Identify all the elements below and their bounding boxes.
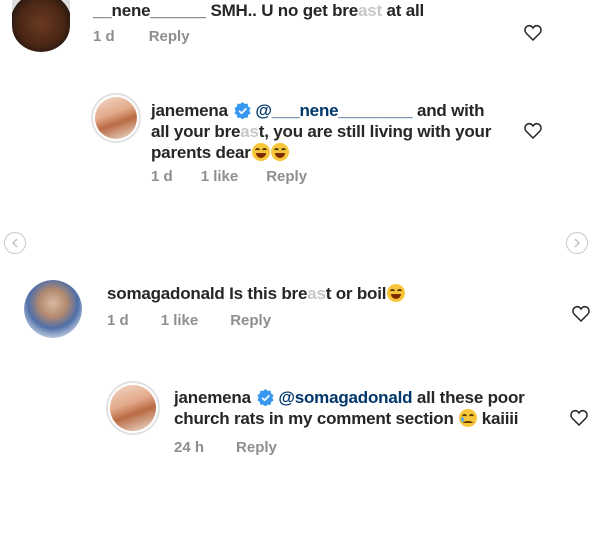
comment-time: 24 h xyxy=(174,439,205,456)
avatar-janemena[interactable] xyxy=(91,93,141,143)
reply-button[interactable]: Reply xyxy=(266,168,307,185)
comment-1-text: __nene______ SMH.. U no get breast at al… xyxy=(93,1,425,20)
comment-username[interactable]: janemena xyxy=(174,388,251,407)
avatar-nene[interactable] xyxy=(12,0,70,52)
comment-time: 1 d xyxy=(93,28,115,45)
comment-username[interactable]: janemena xyxy=(151,101,228,120)
comment-username[interactable]: somagadonald xyxy=(107,284,225,303)
likes-count[interactable]: 1 like xyxy=(161,312,199,329)
comment-2-meta: 1 d 1 like Reply xyxy=(151,168,307,185)
reply-button[interactable]: Reply xyxy=(236,439,277,456)
heart-icon[interactable] xyxy=(524,24,542,41)
verified-badge-icon xyxy=(257,389,274,406)
chevron-right-icon[interactable] xyxy=(566,232,588,254)
verified-badge-icon xyxy=(234,102,251,119)
laughing-emoji-icon xyxy=(387,284,406,302)
comment-time: 1 d xyxy=(107,312,129,329)
mention-link[interactable]: @___nene________ xyxy=(255,101,412,120)
heart-icon[interactable] xyxy=(524,122,542,139)
reply-button[interactable]: Reply xyxy=(149,28,190,45)
reply-button[interactable]: Reply xyxy=(230,312,271,329)
heart-icon[interactable] xyxy=(570,409,588,426)
likes-count[interactable]: 1 like xyxy=(201,168,239,185)
comment-3-text: somagadonald Is this breast or boil xyxy=(107,283,406,304)
comment-4-text: janemena @somagadonald all these poor ch… xyxy=(174,388,525,428)
mention-link[interactable]: @somagadonald xyxy=(278,388,412,407)
comment-1-meta: 1 d Reply xyxy=(93,28,190,45)
laughing-emoji-icon xyxy=(251,143,270,161)
avatar-janemena[interactable] xyxy=(106,381,160,435)
comment-2-text: janemena @___nene________ and with all y… xyxy=(151,101,492,162)
chevron-left-icon[interactable] xyxy=(4,232,26,254)
sad-emoji-icon xyxy=(459,409,478,427)
comment-4-meta: 24 h Reply xyxy=(174,439,277,456)
laughing-emoji-icon xyxy=(270,143,289,161)
avatar-somagadonald[interactable] xyxy=(24,280,82,338)
comment-3-meta: 1 d 1 like Reply xyxy=(107,312,271,329)
heart-icon[interactable] xyxy=(572,305,590,322)
comment-time: 1 d xyxy=(151,168,173,185)
comment-username[interactable]: __nene______ xyxy=(93,1,206,20)
